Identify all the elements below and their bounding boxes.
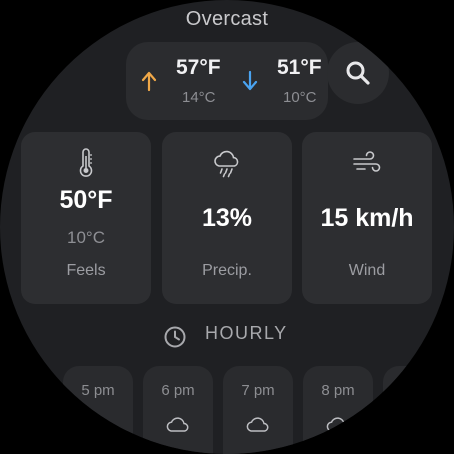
cloud-icon bbox=[326, 417, 349, 432]
wind-card[interactable]: 15 km/h Wind bbox=[302, 132, 432, 304]
arrow-down-icon bbox=[242, 70, 258, 91]
precipitation-label: Precip. bbox=[202, 262, 252, 279]
cloud-icon bbox=[86, 417, 109, 432]
high-temp: 57°F 14°C bbox=[126, 42, 227, 120]
low-temp: 51°F 10°C bbox=[227, 42, 328, 120]
search-button[interactable] bbox=[327, 42, 389, 104]
hourly-time: 5 pm bbox=[81, 382, 115, 399]
hourly-item[interactable]: 6 pm bbox=[143, 366, 213, 454]
feels-like-celsius: 10°C bbox=[67, 228, 105, 247]
cloud-icon bbox=[246, 417, 269, 432]
hourly-title: HOURLY bbox=[205, 323, 288, 343]
high-temp-f: 57°F bbox=[176, 56, 221, 79]
hourly-item-partial[interactable] bbox=[383, 366, 453, 454]
wind-value: 15 km/h bbox=[320, 204, 414, 232]
low-temp-c: 10°C bbox=[283, 89, 317, 106]
hourly-time: 7 pm bbox=[241, 382, 275, 399]
clock-icon bbox=[164, 326, 186, 348]
feels-like-label: Feels bbox=[66, 262, 106, 279]
condition-label: Overcast bbox=[185, 8, 269, 30]
wind-icon bbox=[353, 151, 381, 172]
hourly-header: HOURLY bbox=[0, 320, 454, 350]
feels-like-value: 50°F bbox=[59, 186, 113, 214]
high-temp-c: 14°C bbox=[182, 89, 216, 106]
hourly-item[interactable]: 5 pm bbox=[63, 366, 133, 454]
search-icon bbox=[346, 61, 370, 85]
low-temp-f: 51°F bbox=[277, 56, 322, 79]
arrow-up-icon bbox=[141, 71, 157, 92]
thermometer-icon bbox=[79, 148, 93, 177]
watch-face: Overcast 57°F 14°C 51°F 10°C 50°F 10°C F… bbox=[0, 0, 454, 454]
hourly-time: 8 pm bbox=[321, 382, 355, 399]
wind-label: Wind bbox=[348, 262, 386, 279]
hourly-time: 6 pm bbox=[161, 382, 195, 399]
high-low-panel[interactable]: 57°F 14°C 51°F 10°C bbox=[126, 42, 328, 120]
feels-like-card[interactable]: 50°F 10°C Feels bbox=[21, 132, 151, 304]
hourly-item[interactable]: 7 pm bbox=[223, 366, 293, 454]
rain-cloud-icon bbox=[214, 150, 239, 178]
precipitation-value: 13% bbox=[201, 204, 253, 232]
hourly-item[interactable]: 8 pm bbox=[303, 366, 373, 454]
precipitation-card[interactable]: 13% Precip. bbox=[162, 132, 292, 304]
cloud-icon bbox=[166, 417, 189, 432]
